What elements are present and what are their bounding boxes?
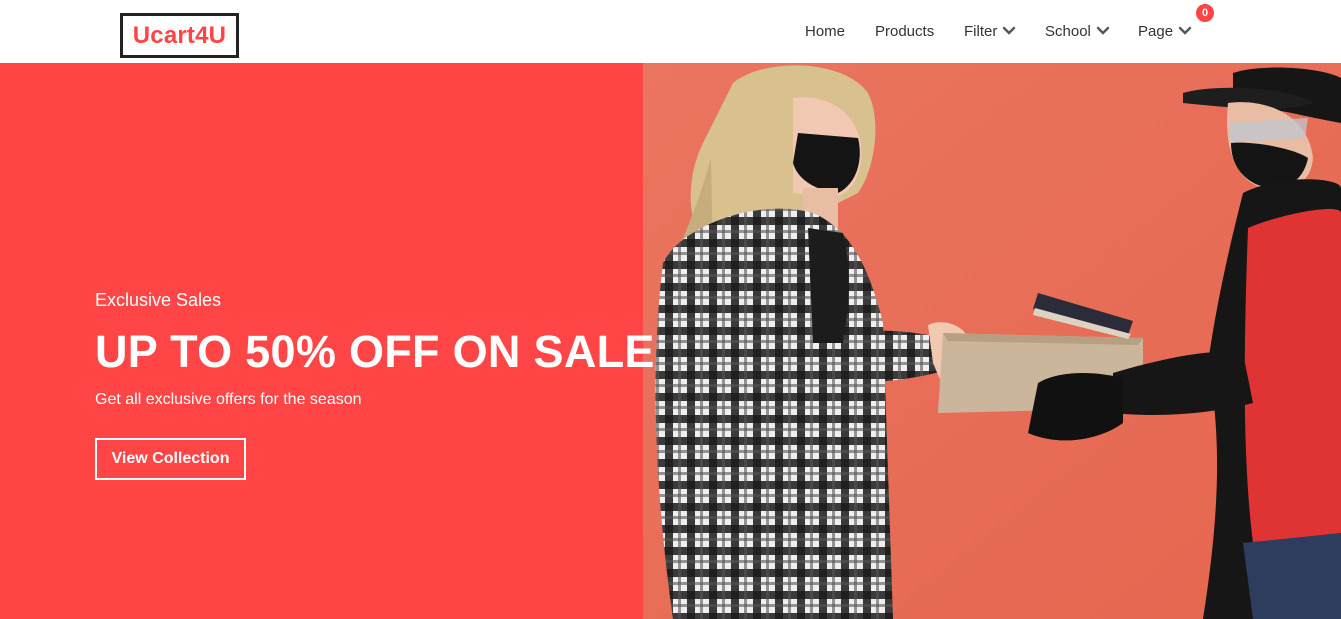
hero-title: UP TO 50% OFF ON SALE [95,326,655,377]
nav-home-label: Home [805,22,846,40]
hero-banner: Exclusive Sales Get all exclusive offers… [0,63,1341,619]
hero-kicker: Exclusive Sales [95,290,222,310]
nav-products-label: Products [875,22,935,40]
site-header: Ucart4U Home Products Filter School Page [0,0,1341,63]
chevron-down-icon [1178,26,1192,36]
nav-school-label: School [1045,22,1091,40]
nav-school[interactable]: School [1045,21,1110,41]
nav-filter-label: Filter [964,22,998,40]
delivery-photo-illustration [643,63,1341,619]
nav-products[interactable]: Products [875,21,934,41]
hero-subtitle: Get all exclusive offers for the season [95,391,362,408]
nav-page[interactable]: Page [1138,21,1192,41]
hero-photo [643,63,1341,619]
brand-logo-text: Ucart4U [132,21,227,49]
nav-filter[interactable]: Filter [964,21,1016,41]
chevron-down-icon [1096,26,1110,36]
cart-count-badge[interactable]: 0 [1196,4,1214,22]
nav-page-label: Page [1138,22,1174,40]
view-collection-button[interactable]: View Collection [95,438,246,480]
brand-logo[interactable]: Ucart4U [120,13,239,58]
chevron-down-icon [1002,26,1016,36]
nav-home[interactable]: Home [805,21,845,41]
